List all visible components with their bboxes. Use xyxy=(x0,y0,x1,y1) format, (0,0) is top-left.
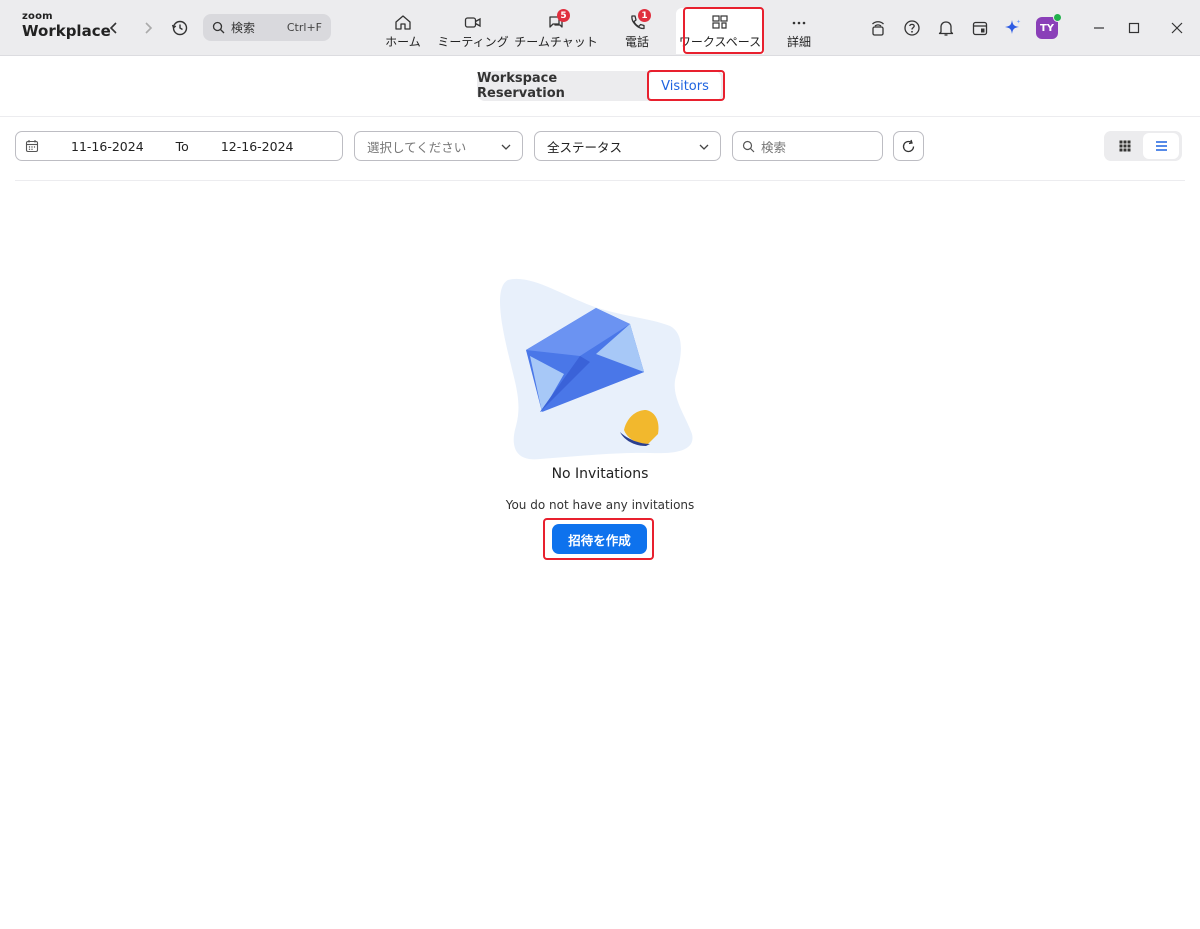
logo-zoom-text: zoom xyxy=(22,11,53,22)
help-icon[interactable] xyxy=(901,17,923,39)
home-icon xyxy=(395,15,411,30)
date-range-picker[interactable]: 11-16-2024 To 12-16-2024 xyxy=(15,131,343,161)
search-icon xyxy=(742,140,755,152)
ai-companion-icon[interactable] xyxy=(1002,17,1024,39)
visitor-search-input[interactable]: 検索 xyxy=(732,131,883,161)
status-select[interactable]: 全ステータス xyxy=(534,131,721,161)
chevron-down-icon xyxy=(699,144,709,150)
tab-workspace-reservation[interactable]: Workspace Reservation xyxy=(477,71,647,101)
maximize-icon[interactable] xyxy=(1123,17,1145,39)
empty-state-title: No Invitations xyxy=(551,466,649,482)
tab-meetings[interactable]: ミーティング xyxy=(437,8,509,54)
tab-team-chat[interactable]: チームチャット 5 xyxy=(514,8,598,54)
date-from-value[interactable]: 11-16-2024 xyxy=(71,139,144,154)
tab-home-label: ホーム xyxy=(385,35,421,49)
global-search-box[interactable]: 検索 Ctrl+F xyxy=(203,14,331,41)
global-search-label: 検索 xyxy=(231,21,256,35)
divider xyxy=(15,180,1185,181)
search-icon xyxy=(212,21,225,34)
create-invitation-button[interactable]: 招待を作成 xyxy=(552,524,647,554)
date-to-label: To xyxy=(175,138,189,154)
close-icon[interactable] xyxy=(1166,17,1188,39)
empty-envelope-illustration xyxy=(500,276,700,466)
refresh-icon xyxy=(902,139,915,152)
phone-badge: 1 xyxy=(638,9,651,22)
history-icon[interactable] xyxy=(169,16,191,40)
location-select[interactable]: 選択してください xyxy=(354,131,523,161)
tab-more-label: 詳細 xyxy=(786,35,811,49)
presence-status-dot xyxy=(1053,13,1062,22)
search-shortcut: Ctrl+F xyxy=(286,21,322,34)
calendar-icon xyxy=(25,140,39,153)
status-select-value: 全ステータス xyxy=(547,139,623,155)
signal-icon[interactable] xyxy=(867,17,889,39)
tab-home[interactable]: ホーム xyxy=(380,8,426,54)
workspace-segment-control: Workspace Reservation Visitors xyxy=(477,71,724,101)
refresh-button[interactable] xyxy=(893,131,924,161)
tab-meetings-label: ミーティング xyxy=(437,35,509,49)
minimize-icon[interactable] xyxy=(1088,17,1110,39)
zoom-workplace-logo: zoom Workplace xyxy=(22,12,111,39)
divider xyxy=(0,116,1200,117)
chat-unread-badge: 5 xyxy=(557,9,570,22)
view-toggle xyxy=(1104,131,1182,161)
back-arrow-icon[interactable] xyxy=(103,16,125,40)
tab-phone[interactable]: 電話 1 xyxy=(614,8,660,54)
workspace-icon xyxy=(712,15,728,29)
title-bar: zoom Workplace 検索 Ctrl+F ホーム ミーティング チームチ… xyxy=(0,0,1200,56)
tab-visitors[interactable]: Visitors xyxy=(649,71,721,101)
list-icon xyxy=(1155,141,1167,151)
calendar-icon[interactable] xyxy=(969,17,991,39)
list-view-button[interactable] xyxy=(1143,133,1179,159)
bell-icon[interactable] xyxy=(935,17,957,39)
empty-state-subtitle: You do not have any invitations xyxy=(505,498,695,512)
chevron-down-icon xyxy=(501,144,511,150)
logo-workplace-text: Workplace xyxy=(22,22,111,40)
video-camera-icon xyxy=(464,17,481,28)
tab-team-chat-label: チームチャット xyxy=(514,35,598,49)
forward-arrow-icon[interactable] xyxy=(137,16,159,40)
more-icon xyxy=(792,21,806,25)
tab-workspace-label: ワークスペース xyxy=(678,35,762,49)
grid-icon xyxy=(1119,140,1131,152)
grid-view-button[interactable] xyxy=(1107,133,1143,159)
tab-more[interactable]: 詳細 xyxy=(780,8,818,54)
location-select-placeholder: 選択してください xyxy=(367,139,467,155)
tab-workspace[interactable]: ワークスペース xyxy=(676,8,764,54)
tab-phone-label: 電話 xyxy=(624,35,649,49)
date-to-value[interactable]: 12-16-2024 xyxy=(221,139,294,154)
visitor-search-placeholder: 検索 xyxy=(761,139,787,155)
